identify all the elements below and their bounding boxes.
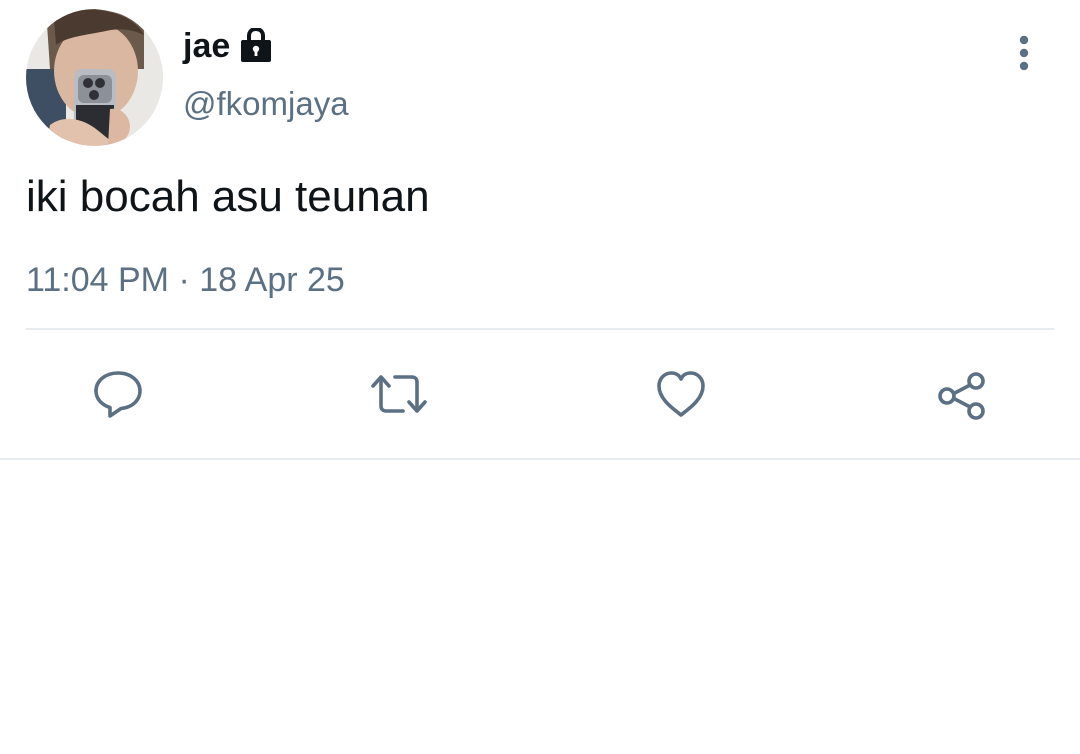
tweet-date: 18 Apr 25 (199, 261, 345, 299)
avatar[interactable] (26, 9, 163, 146)
retweet-arrows-icon (371, 375, 427, 413)
divider (26, 328, 1054, 330)
lock-icon (239, 26, 273, 64)
heart-icon (657, 371, 705, 417)
speech-bubble-icon (94, 371, 142, 418)
tweet-timestamp[interactable]: 11:04 PM · 18 Apr 25 (26, 258, 345, 302)
tweet-text: iki bocah asu teunan (26, 172, 430, 221)
display-name[interactable]: jae (183, 24, 230, 68)
user-handle[interactable]: @fkomjaya (183, 84, 349, 124)
tweet-card: jae @fkomjaya iki bocah asu teunan 11:04… (0, 0, 1080, 460)
vertical-dots-icon (1019, 35, 1029, 71)
retweet-button[interactable] (367, 362, 431, 426)
avatar-photo (26, 9, 163, 146)
timestamp-separator: · (178, 261, 190, 299)
more-options-button[interactable] (1000, 30, 1048, 78)
name-row: jae (183, 24, 273, 68)
share-button[interactable] (930, 362, 994, 426)
like-button[interactable] (649, 362, 713, 426)
share-nodes-icon (938, 372, 985, 420)
reply-button[interactable] (86, 362, 150, 426)
tweet-time: 11:04 PM (26, 261, 170, 299)
